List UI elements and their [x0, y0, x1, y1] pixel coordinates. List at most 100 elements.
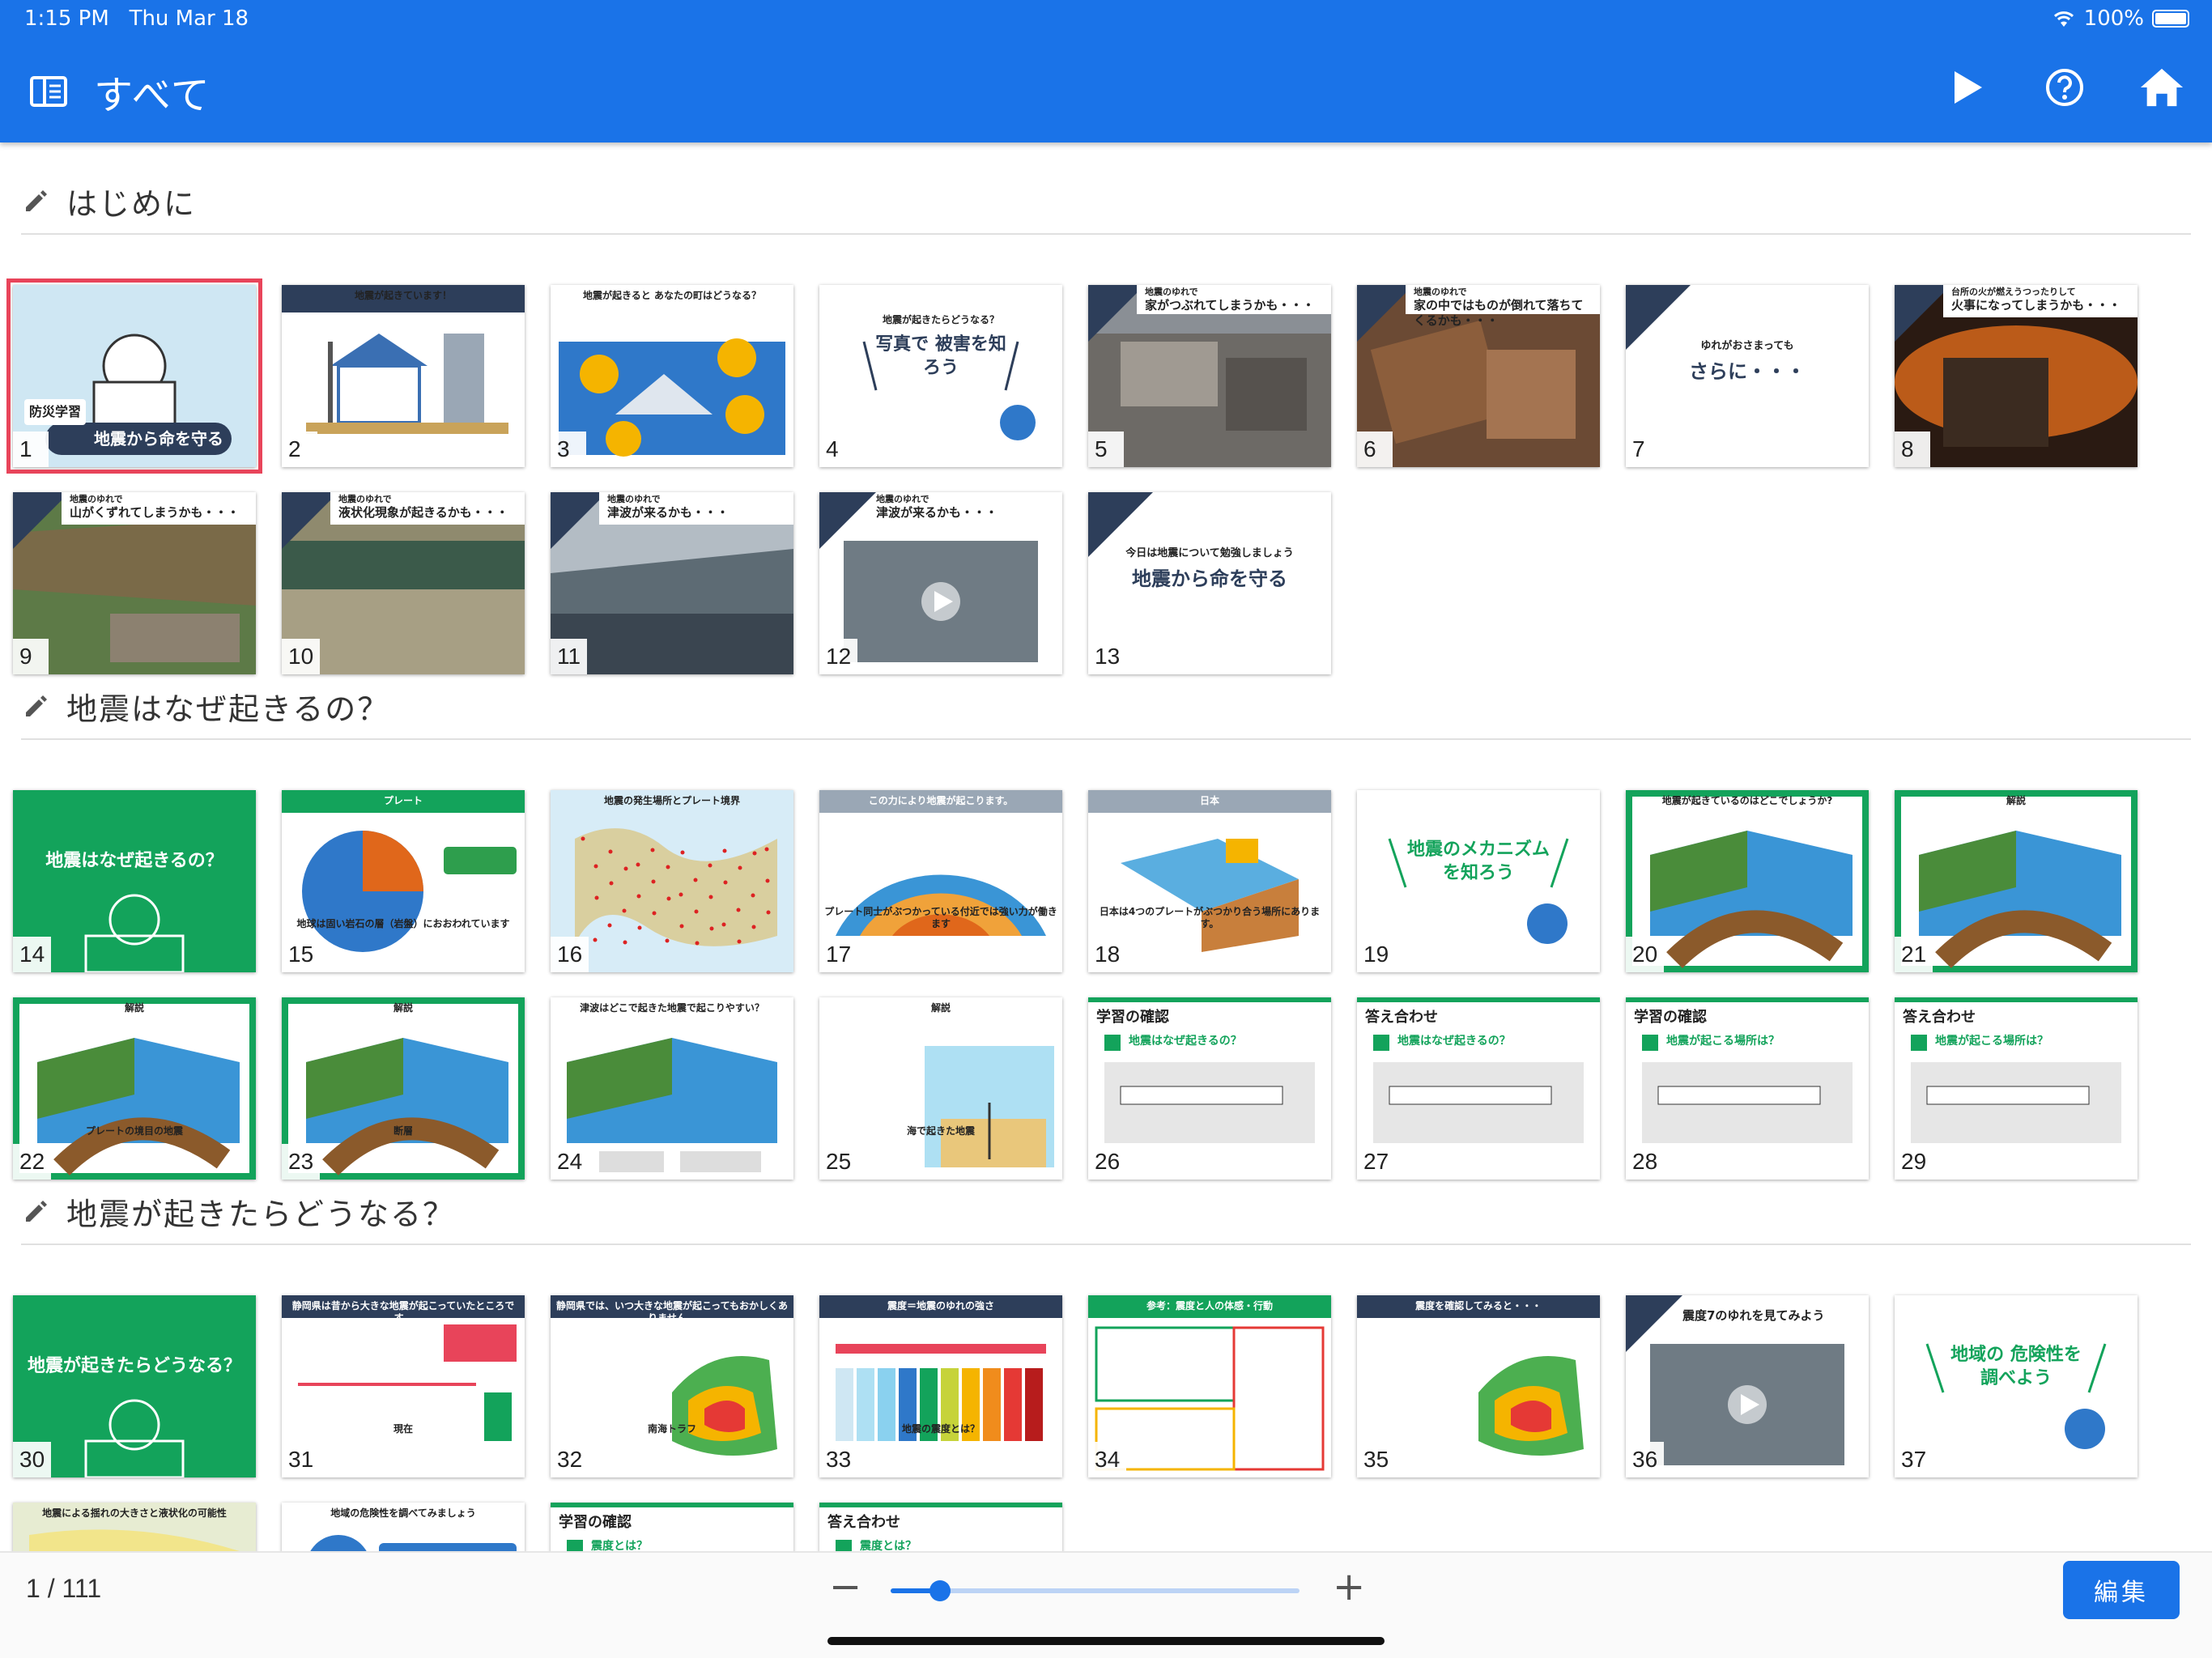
slide-thumbnail[interactable]: 震度＝地震のゆれの強さ 地震の震度とは？ 33	[819, 1295, 1062, 1477]
slide-title: 地震から命を守る	[1132, 568, 1287, 590]
slide-thumbnail[interactable]: 津波はどこで起きた地震で起こりやすい？ 24	[551, 997, 793, 1180]
slide-thumbnail[interactable]: 学習の確認震度とは？40	[551, 1503, 793, 1551]
zoom-out-button[interactable]: −	[829, 1564, 861, 1609]
pencil-icon[interactable]	[21, 186, 50, 215]
zoom-in-button[interactable]: +	[1333, 1564, 1365, 1609]
slide-thumbnail[interactable]: 地震の発生場所とプレート境界 16	[551, 790, 793, 972]
slide-number: 31	[282, 1442, 321, 1477]
slide-thumbnail[interactable]: 地震が起きているのはどこでしょうか? 20	[1626, 790, 1869, 972]
slide-title: 地震の発生場所とプレート境界	[603, 795, 740, 806]
slide-title: 液状化現象が起きるかも・・・	[338, 505, 508, 520]
slide-thumbnail[interactable]: 答え合わせ 地震が起こる場所は？ 29	[1895, 997, 2138, 1180]
slide-thumbnail[interactable]: 地域の危険性を調べてみましょう39	[282, 1503, 525, 1551]
slide-thumbnail[interactable]: 地震が起きたらどうなる？ 写真で 被害を知ろう 4	[819, 285, 1062, 467]
slide-thumbnail[interactable]: 震度7のゆれを見てみよう 36	[1626, 1295, 1869, 1477]
slide-thumbnail[interactable]: 地震による揺れの大きさと液状化の可能性38	[13, 1503, 256, 1551]
play-icon[interactable]	[1945, 65, 1990, 110]
slide-title: 学習の確認	[1634, 1009, 1707, 1026]
slide-subtitle: プレート同士がぶつかっている付近では強い力が働きます	[824, 906, 1057, 929]
slide-thumbnail[interactable]: 地震のゆれで 家がつぶれてしまうかも・・・ 5	[1088, 285, 1331, 467]
slide-title: 火事になってしまうかも・・・	[1951, 298, 2121, 312]
help-icon[interactable]	[2042, 65, 2087, 110]
slide-thumbnail[interactable]: 地震のメカニズム を知ろう 19	[1357, 790, 1600, 972]
slide-subtitle: 断層	[393, 1125, 413, 1137]
slide-thumbnail[interactable]: 地震が起きたらどうなる？ 30	[13, 1295, 256, 1477]
slide-title: 地震による揺れの大きさと液状化の可能性	[42, 1507, 227, 1519]
slide-subtitle: 地震はなぜ起きるの？	[1397, 1035, 1511, 1048]
slide-grid: はじめに 地震から命を守る 防災学習 1 地震が起きています！ 2 地震が起きると あなたの…	[0, 142, 2212, 1551]
slide-title: 答え合わせ	[1365, 1009, 1438, 1026]
slide-thumbnail[interactable]: 参考：震度と人の体感・行動 34	[1088, 1295, 1331, 1477]
slide-title: 静岡県では、いつ大きな地震が起こってもおかしくありません。	[556, 1300, 788, 1324]
slide-title: 地域の 危険性を調べよう	[1950, 1345, 2082, 1388]
slide-title: 震度を確認してみると・・・	[1415, 1300, 1542, 1312]
slide-thumbnail[interactable]: 地震のゆれで 家の中ではものが倒れて落ちてくるかも・・・ 6	[1357, 285, 1600, 467]
slide-subtitle: 海で起きた地震	[906, 1125, 975, 1137]
slide-number: 23	[282, 1144, 321, 1180]
slide-number: 14	[13, 937, 52, 972]
section-header: 地震が起きたらどうなる？	[21, 1187, 455, 1235]
slide-subtitle: 地震が起こる場所は？	[1666, 1035, 1780, 1048]
zoom-slider-thumb[interactable]	[929, 1580, 951, 1601]
slide-thumbnail[interactable]: この力により地震が起こります。 プレート同士がぶつかっている付近では強い力が働きま…	[819, 790, 1062, 972]
slide-subtitle: 震度とは？	[591, 1540, 648, 1551]
slide-thumbnail[interactable]: プレート地球は固い岩石の層（岩盤）におおわれています 15	[282, 790, 525, 972]
slide-thumbnail[interactable]: 学習の確認 地震はなぜ起きるの？ 26	[1088, 997, 1331, 1180]
pencil-icon[interactable]	[21, 1197, 50, 1226]
slide-number: 25	[819, 1144, 858, 1180]
slide-thumbnail[interactable]: 解説 プレートの境目の地震 22	[13, 997, 256, 1180]
slide-thumbnail[interactable]: 解説 21	[1895, 790, 2138, 972]
slide-subtitle: 震度とは？	[860, 1540, 917, 1551]
status-time: 1:15 PM Thu Mar 18	[24, 6, 249, 31]
slide-thumbnail[interactable]: 地震のゆれで 液状化現象が起きるかも・・・ 10	[282, 492, 525, 674]
slide-title: 日本	[1199, 795, 1219, 806]
slide-thumbnail[interactable]: 地震のゆれで 津波が来るかも・・・ 12	[819, 492, 1062, 674]
slide-thumbnail[interactable]: ゆれがおさまっても さらに・・・ 7	[1626, 285, 1869, 467]
slide-thumbnail[interactable]: 学習の確認 地震が起こる場所は？ 28	[1626, 997, 1869, 1180]
slide-thumbnail[interactable]: 答え合わせ震度とは？41	[819, 1503, 1062, 1551]
slide-thumbnail[interactable]: 地震はなぜ起きるの？ 14	[13, 790, 256, 972]
slide-number: 37	[1895, 1442, 1933, 1477]
slide-thumbnail[interactable]: 地震が起きています！ 2	[282, 285, 525, 467]
slide-number: 3	[551, 432, 586, 467]
slide-number: 17	[819, 937, 858, 972]
home-icon[interactable]	[2139, 65, 2184, 110]
slide-thumbnail[interactable]: 地震のゆれで 山がくずれてしまうかも・・・ 9	[13, 492, 256, 674]
edit-button[interactable]: 編集	[2063, 1561, 2180, 1619]
pencil-icon[interactable]	[21, 691, 50, 721]
slide-number: 2	[282, 432, 317, 467]
section-title: 地震はなぜ起きるの？	[66, 691, 390, 727]
slide-subtitle: 地震が起きたらどうなる？	[882, 314, 999, 325]
slide-thumbnail[interactable]: 地震のゆれで 津波が来るかも・・・ 11	[551, 492, 793, 674]
slide-thumbnail[interactable]: 今日は地震について勉強しましょう 地震から命を守る 13	[1088, 492, 1331, 674]
slide-title: 津波が来るかも・・・	[876, 505, 998, 520]
slide-thumbnail[interactable]: 地域の 危険性を調べよう 37	[1895, 1295, 2138, 1477]
slide-title: 家の中ではものが倒れて落ちてくるかも・・・	[1414, 298, 1584, 328]
slide-number: 15	[282, 937, 321, 972]
slide-thumbnail[interactable]: 地震から命を守る 防災学習 1	[6, 278, 262, 474]
slide-thumbnail[interactable]: 静岡県は昔から大きな地震が起こっていたところです。 現在 31	[282, 1295, 525, 1477]
app-bar-left: すべて	[26, 63, 211, 120]
slide-thumbnail[interactable]: 台所の火が燃えうつったりして 火事になってしまうかも・・・ 8	[1895, 285, 2138, 467]
slide-thumbnail[interactable]: 解説 海で起きた地震 25	[819, 997, 1062, 1180]
slide-title: さらに・・・	[1689, 360, 1806, 383]
slide-subtitle: 地震はなぜ起きるの？	[1129, 1035, 1242, 1048]
slide-number: 6	[1357, 432, 1393, 467]
slide-title: 家がつぶれてしまうかも・・・	[1145, 298, 1315, 312]
slide-subtitle: 地球は固い岩石の層（岩盤）におおわれています	[296, 918, 510, 929]
slide-number: 9	[13, 639, 49, 674]
slide-thumbnail[interactable]: 地震が起きると あなたの町はどうなる？ 3	[551, 285, 793, 467]
zoom-slider[interactable]	[891, 1580, 1300, 1601]
battery-icon	[2152, 10, 2189, 28]
slide-thumbnail[interactable]: 答え合わせ地震はなぜ起きるの？ 27	[1357, 997, 1600, 1180]
slide-thumbnail[interactable]: 静岡県では、いつ大きな地震が起こってもおかしくありません。 南海トラフ 32	[551, 1295, 793, 1477]
slide-title: プレート	[383, 795, 423, 806]
slide-thumbnail[interactable]: 震度を確認してみると・・・ 35	[1357, 1295, 1600, 1477]
slide-thumbnail[interactable]: 解説 断層 23	[282, 997, 525, 1180]
slide-number: 27	[1357, 1144, 1396, 1180]
slide-thumbnail[interactable]: 日本 日本は4つのプレートがぶつかり合う場所にあります。 18	[1088, 790, 1331, 972]
slide-number: 29	[1895, 1144, 1933, 1180]
sidebar-icon[interactable]	[26, 69, 71, 114]
slide-subtitle: ゆれがおさまっても	[1700, 340, 1794, 352]
slide-title: 震度7のゆれを見てみよう	[1682, 1308, 1825, 1323]
